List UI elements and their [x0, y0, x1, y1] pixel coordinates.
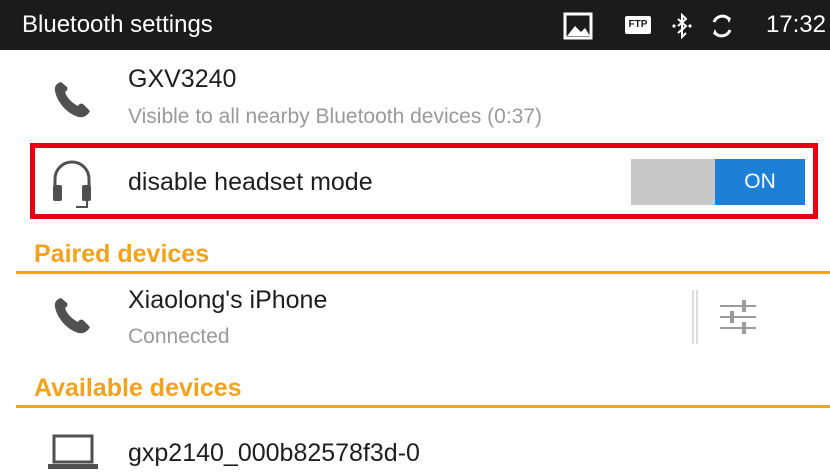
- ftp-icon: FTP: [625, 16, 651, 34]
- available-devices-header: Available devices: [16, 370, 830, 408]
- device-settings-icon[interactable]: [712, 294, 764, 340]
- list-item[interactable]: gxp2140_000b82578f3d-0: [0, 414, 830, 469]
- page-title: Bluetooth settings: [22, 11, 213, 38]
- device-info-row: GXV3240 Visible to all nearby Bluetooth …: [0, 52, 830, 138]
- image-icon: [563, 12, 593, 40]
- phone-icon: [54, 298, 90, 334]
- sync-icon: [712, 14, 732, 38]
- list-item[interactable]: Xiaolong's iPhone Connected: [0, 280, 830, 358]
- row-divider: [692, 290, 698, 344]
- bluetooth-icon: [672, 13, 692, 39]
- laptop-icon: [48, 434, 98, 469]
- paired-devices-header: Paired devices: [16, 236, 830, 274]
- highlight-box: [30, 143, 818, 219]
- visibility-status: Visible to all nearby Bluetooth devices …: [128, 105, 543, 128]
- device-name: GXV3240: [128, 65, 237, 93]
- available-devices-title: Available devices: [34, 374, 242, 402]
- phone-icon: [54, 82, 90, 118]
- paired-device-name: Xiaolong's iPhone: [128, 286, 328, 314]
- clock: 17:32: [765, 11, 826, 38]
- available-device-name: gxp2140_000b82578f3d-0: [128, 439, 420, 467]
- paired-devices-title: Paired devices: [34, 240, 210, 268]
- paired-device-status: Connected: [128, 325, 230, 348]
- status-bar: Bluetooth settings FTP 17:32: [0, 0, 830, 50]
